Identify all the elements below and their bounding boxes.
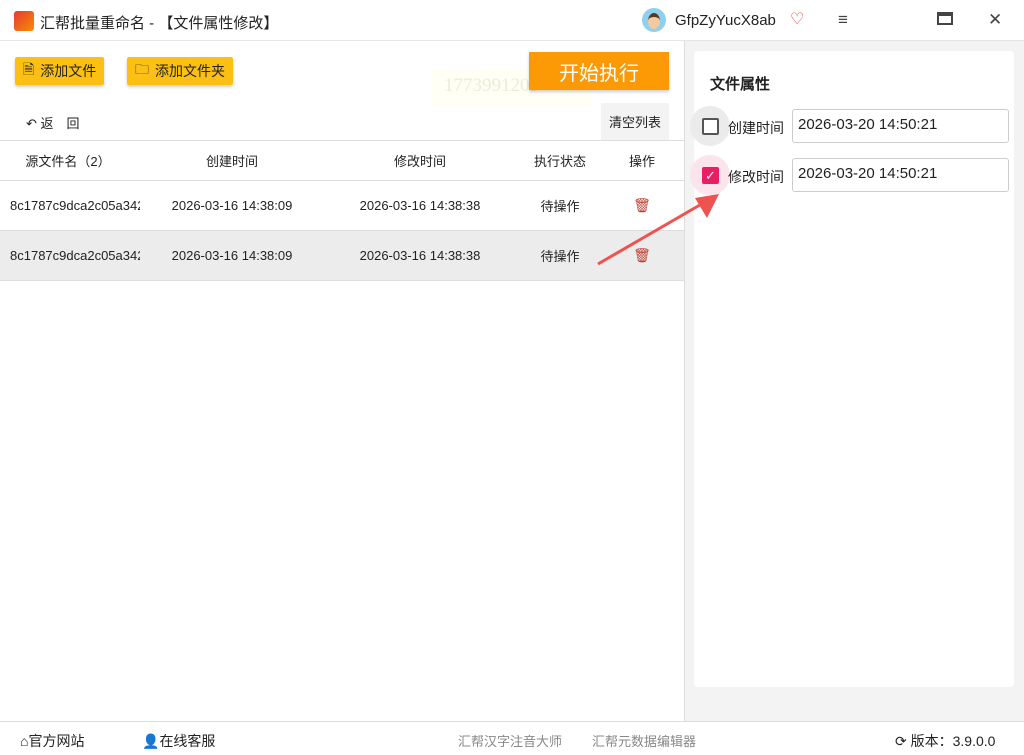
window-title: 汇帮批量重命名 - 【文件属性修改】 [40, 15, 279, 32]
modified-time-label: 修改时间 [728, 169, 784, 185]
pinyin-app-link[interactable]: 汇帮汉字注音大师 [458, 731, 562, 750]
maximize-icon[interactable] [937, 12, 953, 25]
annotation-arrow-icon [597, 194, 719, 266]
start-button[interactable]: 开始执行 [529, 52, 669, 90]
username[interactable]: GfpZyYucX8ab [675, 12, 776, 29]
header-status: 执行状态 [533, 154, 586, 169]
cell-modified: 2026-03-16 14:38:38 [359, 198, 481, 213]
close-icon[interactable]: ✕ [988, 10, 1002, 30]
checkbox-box [702, 118, 719, 135]
support-label: 在线客服 [159, 733, 216, 749]
cell-status: 待操作 [540, 249, 580, 264]
modified-time-checkbox[interactable]: ✓ [690, 155, 730, 195]
file-icon: 🗎 [23, 61, 35, 77]
cell-filename: 8c1787c9dca2c05a342 [10, 198, 140, 213]
table-row[interactable]: 8c1787c9dca2c05a342 2026-03-16 14:38:09 … [0, 231, 684, 281]
table-row[interactable]: 8c1787c9dca2c05a342 2026-03-16 14:38:09 … [0, 181, 684, 231]
menu-icon[interactable]: ≡ [838, 10, 848, 30]
add-file-label: 添加文件 [40, 63, 97, 79]
cell-created: 2026-03-16 14:38:09 [171, 248, 293, 263]
cell-created: 2026-03-16 14:38:09 [171, 198, 293, 213]
check-icon: ✓ [702, 167, 719, 184]
vip-diamond-icon[interactable]: ♡ [790, 9, 804, 29]
refresh-icon: ⟳ [895, 733, 911, 749]
back-label: 返 回 [40, 116, 80, 131]
cell-filename: 8c1787c9dca2c05a342 [10, 248, 140, 263]
header-created: 创建时间 [205, 154, 258, 169]
file-attributes-card [694, 51, 1014, 687]
version-label: 版本：3.9.0.0 [910, 733, 996, 749]
header-action: 操作 [628, 154, 655, 169]
table-header: 源文件名（2） 创建时间 修改时间 执行状态 操作 [0, 140, 684, 181]
app-logo [14, 11, 34, 31]
modified-time-input[interactable]: 2026-03-20 14:50:21 [792, 158, 1009, 192]
cell-status: 待操作 [540, 199, 580, 214]
created-time-label: 创建时间 [728, 120, 784, 136]
add-file-button[interactable]: 🗎 添加文件 [15, 57, 105, 85]
website-label: 官方网站 [28, 733, 85, 749]
add-folder-button[interactable]: 🗀 添加文件夹 [127, 57, 233, 85]
back-button[interactable]: ↶ 返 回 [26, 113, 80, 132]
created-time-checkbox[interactable] [690, 106, 730, 146]
clear-list-button[interactable]: 清空列表 [601, 103, 669, 140]
folder-add-icon: 🗀 [135, 61, 149, 77]
avatar[interactable] [642, 8, 666, 32]
support-link[interactable]: 👤在线客服 [142, 731, 215, 751]
header-modified: 修改时间 [393, 154, 446, 169]
add-folder-label: 添加文件夹 [155, 63, 225, 79]
website-link[interactable]: ⌂官方网站 [20, 731, 84, 751]
back-icon: ↶ [26, 116, 41, 131]
cell-modified: 2026-03-16 14:38:38 [359, 248, 481, 263]
created-time-input[interactable]: 2026-03-20 14:50:21 [792, 109, 1009, 143]
panel-heading: 文件属性 [710, 76, 771, 93]
footer: ⌂官方网站 👤在线客服 汇帮汉字注音大师 汇帮元数据编辑器 ⟳ 版本：3.9.0… [0, 721, 1024, 755]
title-bar: 汇帮批量重命名 - 【文件属性修改】 GfpZyYucX8ab ♡ ≡ ✕ [0, 0, 1024, 41]
metadata-app-link[interactable]: 汇帮元数据编辑器 [592, 731, 696, 750]
support-icon: 👤 [142, 733, 160, 749]
header-filename: 源文件名（2） [25, 154, 111, 169]
version-info[interactable]: ⟳ 版本：3.9.0.0 [895, 731, 995, 751]
